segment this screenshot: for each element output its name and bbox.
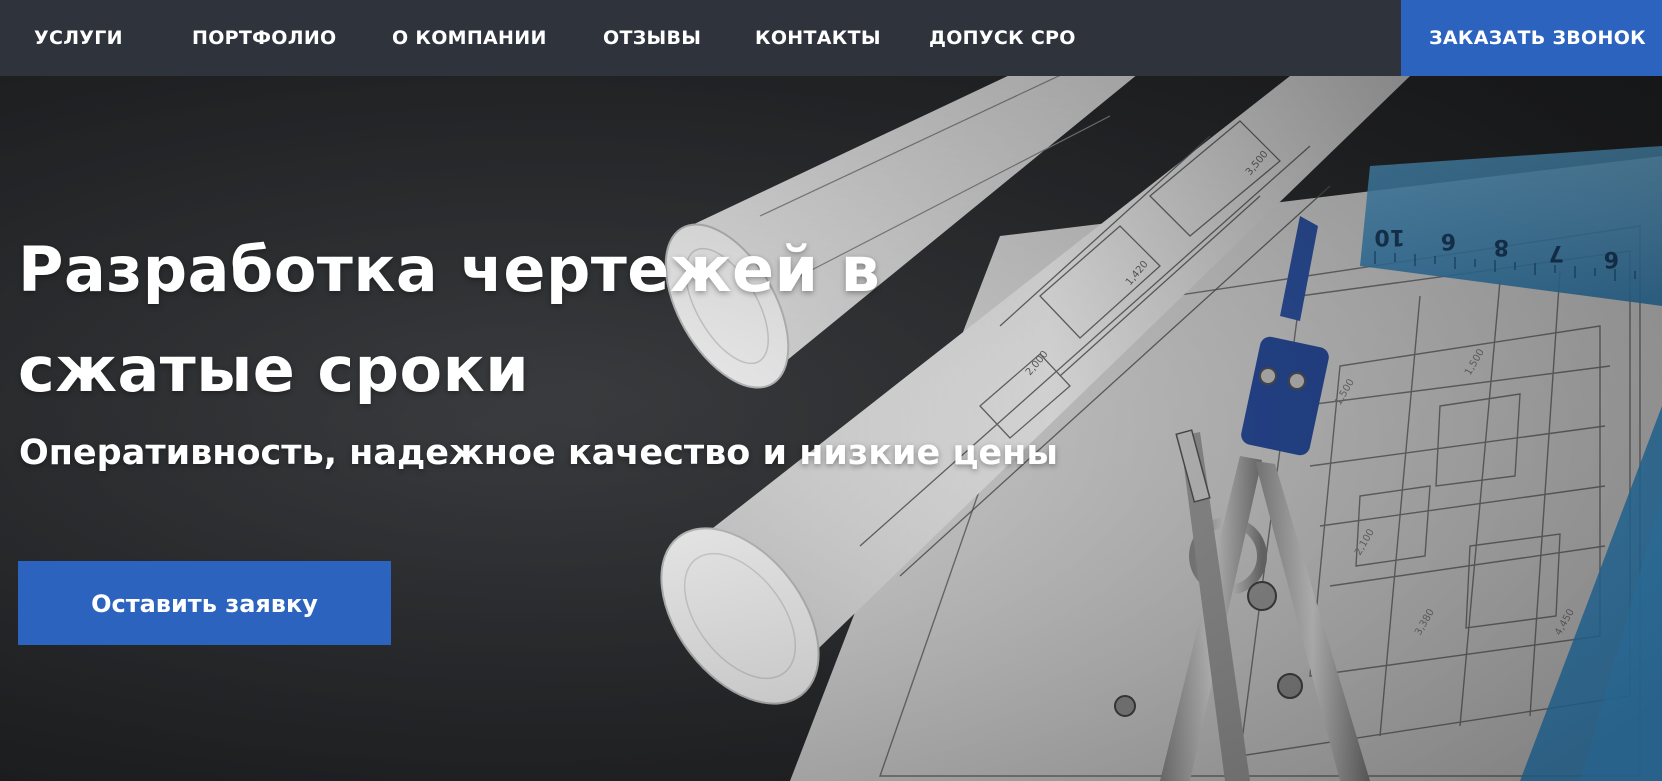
nav-item-sro-permit[interactable]: ДОПУСК СРО: [929, 0, 1076, 76]
hero-title-line-2: сжатые сроки: [18, 333, 530, 406]
nav-item-reviews[interactable]: ОТЗЫВЫ: [603, 0, 701, 76]
request-call-button[interactable]: ЗАКАЗАТЬ ЗВОНОК: [1401, 0, 1662, 76]
nav-item-about[interactable]: О КОМПАНИИ: [392, 0, 547, 76]
nav-item-portfolio[interactable]: ПОРТФОЛИО: [192, 0, 336, 76]
hero-subtitle: Оперативность, надежное качество и низки…: [19, 433, 1058, 473]
nav-item-contacts[interactable]: КОНТАКТЫ: [755, 0, 881, 76]
landing-page: УСЛУГИ ПОРТФОЛИО О КОМПАНИИ ОТЗЫВЫ КОНТА…: [0, 0, 1662, 781]
hero-title-line-1: Разработка чертежей в: [18, 233, 881, 306]
nav-item-services[interactable]: УСЛУГИ: [34, 0, 123, 76]
top-navigation: УСЛУГИ ПОРТФОЛИО О КОМПАНИИ ОТЗЫВЫ КОНТА…: [0, 0, 1662, 76]
hero-title: Разработка чертежей в сжатые сроки: [18, 220, 880, 420]
leave-request-button[interactable]: Оставить заявку: [18, 561, 391, 645]
hero-section: 1,500 1,500 2,100 3,380 4,450: [0, 76, 1662, 781]
